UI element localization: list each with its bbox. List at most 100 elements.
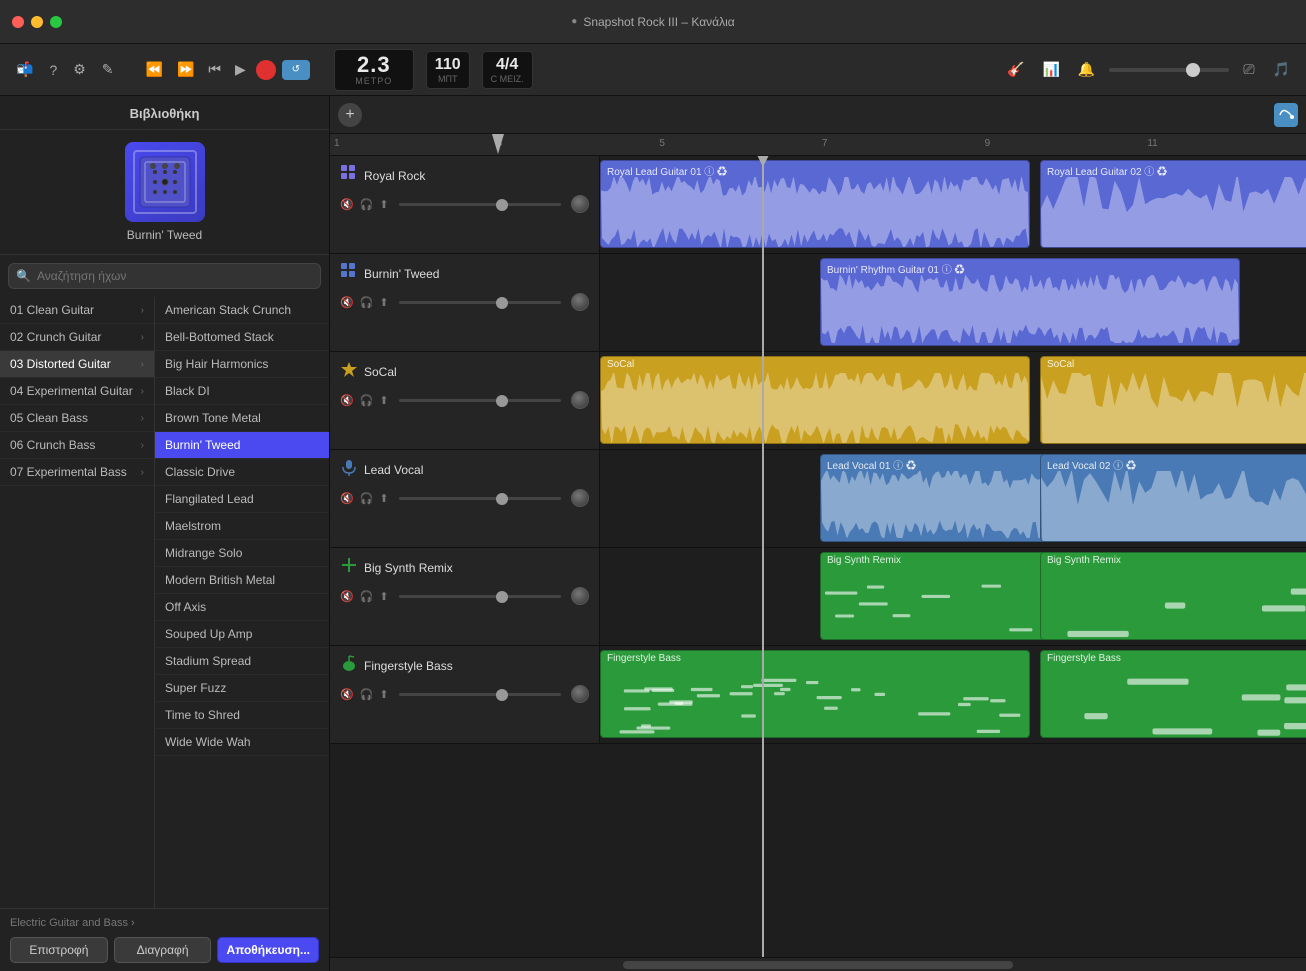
scrollbar-thumb[interactable]: [623, 961, 1013, 969]
add-track-button[interactable]: +: [338, 103, 362, 127]
preset-item[interactable]: Super Fuzz: [155, 675, 329, 702]
cpu-icon[interactable]: 📊: [1038, 57, 1063, 82]
fast-forward-button[interactable]: ⏩: [173, 59, 198, 80]
headphone-button[interactable]: 🎧: [360, 394, 374, 407]
audio-region[interactable]: Royal Lead Guitar 01 ⓘ ♻: [600, 160, 1030, 248]
preset-item[interactable]: Midrange Solo: [155, 540, 329, 567]
midi-icon[interactable]: ⎚: [1239, 57, 1258, 82]
pan-knob[interactable]: [571, 489, 589, 507]
mute-button[interactable]: 🔇: [340, 688, 354, 701]
audio-region[interactable]: SoCal: [1040, 356, 1306, 444]
search-input[interactable]: [8, 263, 321, 289]
audio-region[interactable]: Royal Lead Guitar 02 ⓘ ♻: [1040, 160, 1306, 248]
category-item[interactable]: 04 Experimental Guitar›: [0, 378, 154, 405]
volume-thumb[interactable]: [1186, 63, 1200, 77]
settings-icon[interactable]: ⚙: [69, 57, 90, 82]
audio-region[interactable]: Burnin' Rhythm Guitar 01 ⓘ ♻: [820, 258, 1240, 346]
arm-button[interactable]: ⬆: [379, 394, 388, 407]
smart-tempo-button[interactable]: [1274, 103, 1298, 127]
volume-slider[interactable]: [399, 301, 561, 304]
pan-knob[interactable]: [571, 685, 589, 703]
play-button[interactable]: ▶: [231, 59, 250, 80]
category-item[interactable]: 03 Distorted Guitar›: [0, 351, 154, 378]
preset-item[interactable]: Maelstrom: [155, 513, 329, 540]
time-display[interactable]: 2.3 ΜΕΤΡΟ: [334, 49, 414, 91]
volume-slider[interactable]: [399, 399, 561, 402]
headphone-button[interactable]: 🎧: [360, 590, 374, 603]
mute-button[interactable]: 🔇: [340, 198, 354, 211]
close-button[interactable]: [12, 16, 24, 28]
track-regions[interactable]: Big Synth Remix Big Synth Remix: [600, 548, 1306, 645]
track-regions[interactable]: Burnin' Rhythm Guitar 01 ⓘ ♻: [600, 254, 1306, 351]
edit-icon[interactable]: ✎: [98, 57, 118, 82]
pan-knob[interactable]: [571, 195, 589, 213]
volume-slider[interactable]: [399, 693, 561, 696]
cycle-button[interactable]: ↺: [282, 60, 310, 80]
master-volume[interactable]: [1109, 68, 1229, 72]
track-regions[interactable]: Royal Lead Guitar 01 ⓘ ♻ Royal Lead Guit…: [600, 156, 1306, 253]
volume-slider[interactable]: [399, 497, 561, 500]
volume-slider[interactable]: [399, 595, 561, 598]
volume-slider-thumb[interactable]: [496, 493, 508, 505]
pan-knob[interactable]: [571, 391, 589, 409]
to-start-button[interactable]: ⏮: [204, 59, 225, 80]
arm-button[interactable]: ⬆: [379, 590, 388, 603]
volume-slider-thumb[interactable]: [496, 591, 508, 603]
headphone-button[interactable]: 🎧: [360, 688, 374, 701]
audio-region[interactable]: Big Synth Remix: [1040, 552, 1306, 640]
audio-region[interactable]: Fingerstyle Bass: [1040, 650, 1306, 738]
category-item[interactable]: 02 Crunch Guitar›: [0, 324, 154, 351]
pan-knob[interactable]: [571, 293, 589, 311]
tracks-container[interactable]: Royal Rock 🔇 🎧 ⬆ Royal Lead Guitar 01 ⓘ …: [330, 156, 1306, 957]
preset-item[interactable]: Stadium Spread: [155, 648, 329, 675]
category-item[interactable]: 05 Clean Bass›: [0, 405, 154, 432]
volume-track[interactable]: [1109, 68, 1229, 72]
preset-item[interactable]: Brown Tone Metal: [155, 405, 329, 432]
arm-button[interactable]: ⬆: [379, 296, 388, 309]
volume-slider-thumb[interactable]: [496, 689, 508, 701]
audio-region[interactable]: Fingerstyle Bass: [600, 650, 1030, 738]
headphone-button[interactable]: 🎧: [360, 492, 374, 505]
mute-button[interactable]: 🔇: [340, 394, 354, 407]
bpm-display[interactable]: 110 ΜΠΤ: [426, 51, 470, 89]
preset-item[interactable]: Bell-Bottomed Stack: [155, 324, 329, 351]
preset-item[interactable]: Souped Up Amp: [155, 621, 329, 648]
signature-display[interactable]: 4/4 C μεiζ.: [482, 51, 533, 89]
track-regions[interactable]: Fingerstyle Bass Fingerstyle Bass: [600, 646, 1306, 743]
back-button[interactable]: Επιστροφή: [10, 937, 108, 963]
volume-slider-thumb[interactable]: [496, 395, 508, 407]
mute-button[interactable]: 🔇: [340, 296, 354, 309]
headphone-button[interactable]: 🎧: [360, 198, 374, 211]
help-icon[interactable]: ?: [45, 58, 61, 82]
rewind-button[interactable]: ⏪: [142, 59, 167, 80]
volume-slider-thumb[interactable]: [496, 199, 508, 211]
record-button[interactable]: [256, 60, 276, 80]
category-item[interactable]: 07 Experimental Bass›: [0, 459, 154, 486]
note-icon[interactable]: 🎵: [1269, 57, 1294, 82]
delete-button[interactable]: Διαγραφή: [114, 937, 212, 963]
alert-icon[interactable]: 🔔: [1074, 57, 1099, 82]
maximize-button[interactable]: [50, 16, 62, 28]
minimize-button[interactable]: [31, 16, 43, 28]
mute-button[interactable]: 🔇: [340, 492, 354, 505]
arm-button[interactable]: ⬆: [379, 198, 388, 211]
preset-item[interactable]: Black DI: [155, 378, 329, 405]
category-item[interactable]: 01 Clean Guitar›: [0, 297, 154, 324]
preset-item[interactable]: Time to Shred: [155, 702, 329, 729]
preset-item[interactable]: Big Hair Harmonics: [155, 351, 329, 378]
preset-item[interactable]: Flangilated Lead: [155, 486, 329, 513]
arm-button[interactable]: ⬆: [379, 688, 388, 701]
arm-button[interactable]: ⬆: [379, 492, 388, 505]
preset-item[interactable]: Burnin' Tweed: [155, 432, 329, 459]
track-regions[interactable]: Lead Vocal 01 ⓘ ♻ Lead Vocal 02 ⓘ ♻: [600, 450, 1306, 547]
preset-item[interactable]: American Stack Crunch: [155, 297, 329, 324]
track-regions[interactable]: SoCal SoCal: [600, 352, 1306, 449]
library-icon[interactable]: 📬: [12, 57, 37, 82]
preset-item[interactable]: Wide Wide Wah: [155, 729, 329, 756]
tuner-icon[interactable]: 🎸: [1003, 57, 1028, 82]
preset-item[interactable]: Classic Drive: [155, 459, 329, 486]
headphone-button[interactable]: 🎧: [360, 296, 374, 309]
save-button[interactable]: Αποθήκευση...: [217, 937, 319, 963]
horizontal-scrollbar[interactable]: [330, 957, 1306, 971]
preset-item[interactable]: Modern British Metal: [155, 567, 329, 594]
